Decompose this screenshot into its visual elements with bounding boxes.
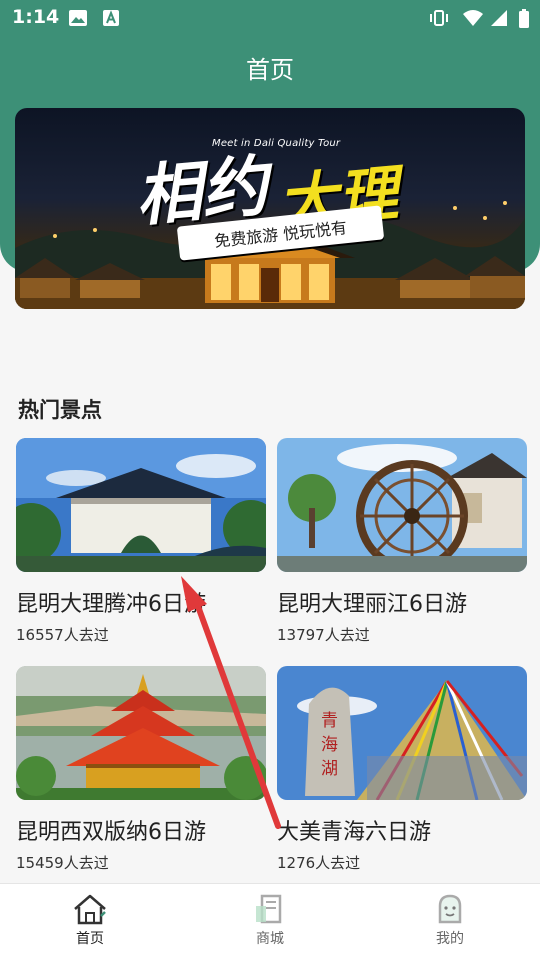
- svg-text:海: 海: [321, 735, 338, 755]
- nav-label-profile: 我的: [436, 931, 464, 947]
- nav-item-profile[interactable]: 我的: [390, 892, 510, 948]
- vibrate-icon: [430, 10, 448, 26]
- tour-photo-illustration: [16, 438, 266, 572]
- bottom-navigation: 首页 商城 我的: [0, 883, 540, 960]
- battery-icon: [519, 9, 529, 28]
- tour-photo-illustration: [277, 438, 527, 572]
- image-notification-icon: [69, 10, 87, 26]
- mall-icon: [256, 894, 282, 924]
- tour-photo-illustration: 青 海 湖: [277, 666, 527, 800]
- tour-card[interactable]: 昆明大理丽江6日游 13797人去过: [277, 438, 527, 645]
- status-bar: 1:14: [0, 0, 540, 36]
- signal-icon: [491, 10, 507, 26]
- tour-title[interactable]: 昆明大理丽江6日游: [277, 586, 527, 618]
- tour-image[interactable]: [16, 438, 266, 572]
- nav-item-home[interactable]: 首页: [30, 892, 150, 948]
- tour-card[interactable]: 昆明西双版纳6日游 15459人去过: [16, 666, 266, 873]
- text-notification-icon: [103, 10, 119, 26]
- tour-visitor-count: 16557人去过: [16, 626, 109, 644]
- svg-text:湖: 湖: [321, 759, 338, 779]
- tour-card[interactable]: 青 海 湖 大美青海六日游 1276人去过: [277, 666, 527, 873]
- tour-visitor-count: 1276人去过: [277, 854, 361, 872]
- tour-title[interactable]: 大美青海六日游: [277, 814, 527, 846]
- tour-photo-illustration: [16, 666, 266, 800]
- nav-item-mall[interactable]: 商城: [210, 892, 330, 948]
- tour-image[interactable]: 青 海 湖: [277, 666, 527, 800]
- tour-image[interactable]: [277, 438, 527, 572]
- tour-image[interactable]: [16, 666, 266, 800]
- page-title: 首页: [246, 56, 294, 84]
- tour-visitor-count: 15459人去过: [16, 854, 109, 872]
- tour-title[interactable]: 昆明大理腾冲6日游: [16, 586, 266, 618]
- tour-visitor-count: 13797人去过: [277, 626, 370, 644]
- nav-label-home: 首页: [76, 931, 104, 947]
- tour-title[interactable]: 昆明西双版纳6日游: [16, 814, 266, 846]
- section-title-hot-spots: 热门景点: [18, 398, 102, 422]
- svg-text:青: 青: [321, 711, 338, 731]
- profile-icon: [438, 894, 462, 924]
- promo-banner[interactable]: Meet in Dali Quality Tour 相约 大理 免费旅游 悦玩悦…: [15, 108, 525, 309]
- wifi-icon: [463, 10, 483, 26]
- nav-label-mall: 商城: [256, 931, 284, 947]
- tour-card[interactable]: 昆明大理腾冲6日游 16557人去过: [16, 438, 266, 645]
- status-time: 1:14: [12, 6, 60, 28]
- home-icon: [74, 894, 106, 925]
